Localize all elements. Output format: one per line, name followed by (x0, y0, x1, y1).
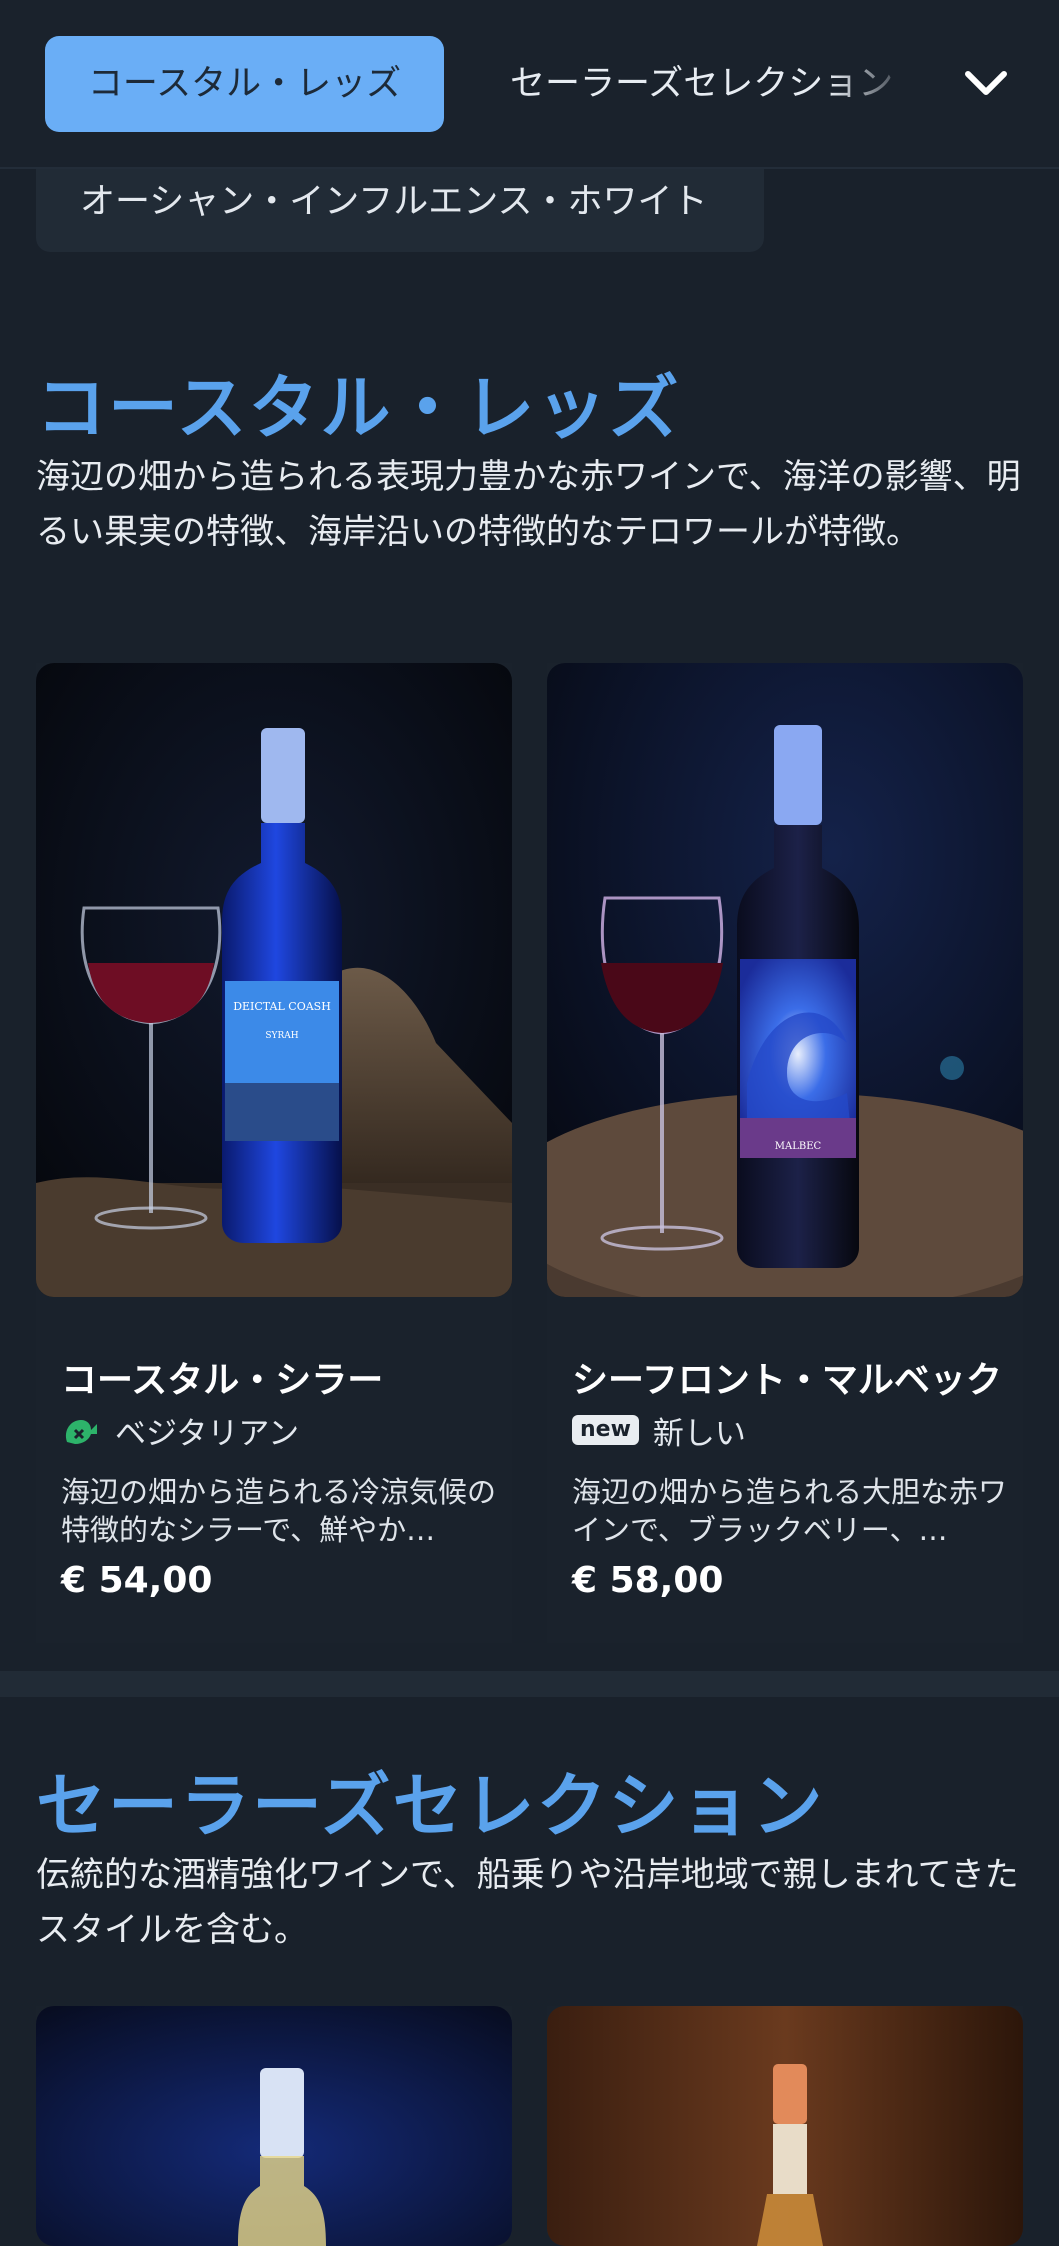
product-name: コースタル・シラー (61, 1360, 384, 1401)
section-description-coastal-reds: 海辺の畑から造られる表現力豊かな赤ワインで、海洋の影響、明るい果実の特徴、海岸沿… (36, 457, 1021, 552)
product-image-seafront-malbec: MALBEC (547, 663, 1023, 1297)
product-image (36, 2006, 512, 2246)
product-tag-label: ベジタリアン (115, 1415, 300, 1452)
new-badge: new (572, 1415, 639, 1445)
section-title-sailors-selection: セーラーズセレクション (36, 1765, 825, 1847)
product-image-coastal-syrah: DEICTAL COASH SYRAH (36, 663, 512, 1297)
section-description-sailors-selection: 伝統的な酒精強化ワインで、船乗りや沿岸地域で親しまれてきたスタイルを含む。 (36, 1855, 1019, 1950)
bottle-label-sub: SYRAH (265, 1031, 298, 1041)
product-price: € 58,00 (572, 1560, 724, 1601)
product-image (547, 2006, 1023, 2246)
product-card-coastal-syrah[interactable]: DEICTAL COASH SYRAH コースタル・シラー ベジタリアン 海辺の… (36, 663, 512, 1643)
category-chip-ocean-whites[interactable]: オーシャン・インフルエンス・ホワイト (36, 167, 764, 252)
new-badge-label: new (572, 1415, 639, 1445)
product-tag-label: 新しい (652, 1415, 746, 1452)
vegetarian-icon (61, 1412, 101, 1448)
product-name: シーフロント・マルベック (572, 1360, 1002, 1401)
product-card[interactable] (36, 2006, 512, 2246)
product-tag: ベジタリアン (61, 1408, 299, 1452)
section-title-coastal-reds: コースタル・レッズ (36, 367, 681, 449)
product-tag: new 新しい (572, 1408, 746, 1452)
bottle-label-text: DEICTAL COASH (233, 1000, 331, 1013)
tab-sailors-selection[interactable]: セーラーズセレクション (486, 36, 916, 132)
product-price: € 54,00 (61, 1560, 213, 1601)
category-nav: コースタル・レッズ セーラーズセレクション (0, 0, 1059, 169)
product-card[interactable] (547, 2006, 1023, 2246)
product-card-seafront-malbec[interactable]: MALBEC シーフロント・マルベック new 新しい 海辺の畑から造られる大胆… (547, 663, 1023, 1643)
bottle-label-sub: MALBEC (775, 1141, 822, 1152)
section-divider (0, 1671, 1059, 1697)
product-description: 海辺の畑から造られる大胆な赤ワインで、ブラックベリー、… (572, 1475, 1008, 1547)
product-description: 海辺の畑から造られる冷涼気候の特徴的なシラーで、鮮やか… (61, 1475, 497, 1547)
tab-coastal-reds[interactable]: コースタル・レッズ (45, 36, 444, 132)
chevron-down-icon[interactable] (960, 58, 1012, 110)
